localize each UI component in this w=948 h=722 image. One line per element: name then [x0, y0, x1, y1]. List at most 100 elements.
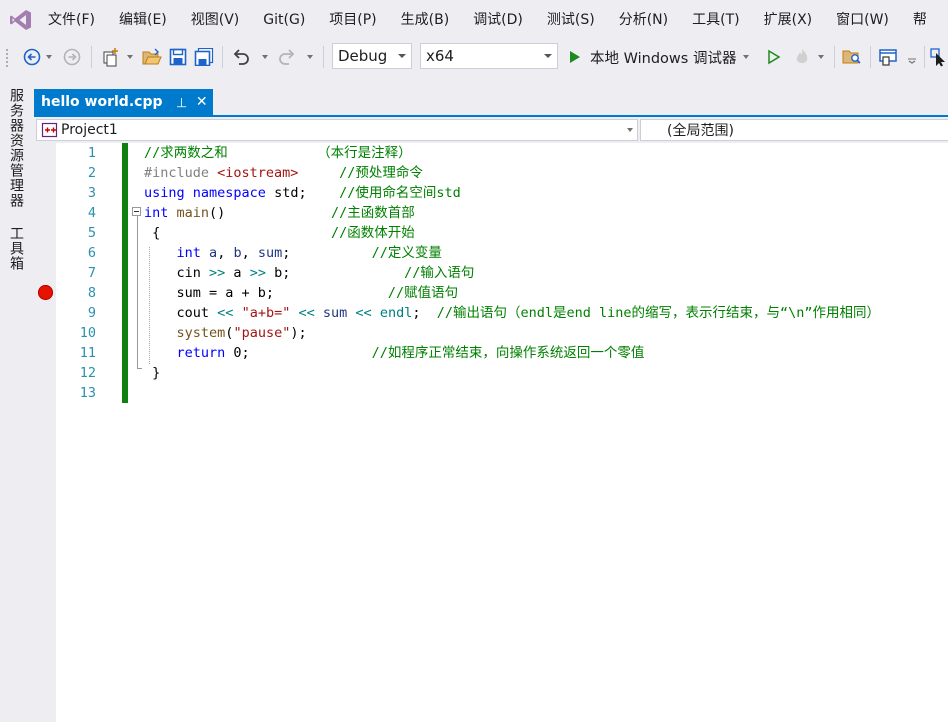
start-debugging-button[interactable]: 本地 Windows 调试器 [566, 44, 756, 70]
line-number: 13 [79, 385, 96, 401]
undo-button[interactable] [228, 44, 254, 70]
code-token: endl [379, 305, 413, 321]
side-tab-server-explorer[interactable]: 服务器资源管理器 [6, 88, 26, 208]
new-project-dropdown[interactable] [125, 44, 135, 70]
standard-toolbar: Debug x64 本地 Windows 调试器 [0, 40, 948, 74]
undo-dropdown[interactable] [260, 44, 270, 70]
undo-icon [233, 49, 249, 65]
pin-icon[interactable]: ⊣ [173, 96, 188, 107]
solution-configuration-select[interactable]: Debug [332, 43, 412, 69]
hot-reload-dropdown[interactable] [816, 44, 826, 70]
menu-debug[interactable]: 调试(D) [461, 0, 535, 40]
side-tool-window-strip: 服务器资源管理器 工具箱 [0, 84, 34, 722]
menu-file[interactable]: 文件(F) [36, 0, 107, 40]
navigate-back-dropdown[interactable] [44, 44, 54, 70]
close-tab-icon[interactable]: ✕ [196, 94, 208, 110]
code-token: //如程序正常结束，向操作系统返回一个零值 [371, 345, 645, 361]
chevron-down-icon [307, 55, 313, 59]
scope-select[interactable]: (全局范围) [640, 119, 948, 141]
line-number: 5 [87, 225, 96, 241]
code-line[interactable]: cout << "a+b=" << sum << endl; //输出语句（en… [144, 303, 881, 323]
code-line[interactable]: system("pause"); [144, 323, 307, 343]
cpp-project-icon [41, 122, 58, 138]
line-number: 6 [87, 245, 96, 261]
code-token: //输入语句 [404, 265, 475, 281]
menu-tools[interactable]: 工具(T) [680, 0, 751, 40]
project-select[interactable]: Project1 [36, 119, 638, 141]
navigate-forward-button[interactable] [60, 44, 84, 70]
solution-platform-select[interactable]: x64 [420, 43, 558, 69]
code-token: a [209, 245, 218, 261]
code-token: << [217, 305, 234, 321]
code-token: b [233, 245, 242, 261]
play-outline-icon [768, 49, 781, 65]
code-token: "a+b=" [241, 305, 291, 321]
navigate-back-button[interactable] [20, 44, 44, 70]
hot-reload-button[interactable] [790, 44, 814, 70]
code-line[interactable]: int main() //主函数首部 [144, 203, 415, 223]
toolbar-separator [870, 46, 871, 68]
code-editor[interactable]: 1 2 3 4 5 6 7 8 9 10 11 12 13 //求两数之和 （本行是注释） #includ… [34, 143, 948, 722]
project-name: Project1 [61, 122, 118, 138]
code-line[interactable]: int a, b, sum; //定义变量 [144, 243, 442, 263]
menu-git[interactable]: Git(G) [251, 0, 317, 40]
side-tab-toolbox[interactable]: 工具箱 [6, 226, 26, 271]
code-line[interactable]: using namespace std; //使用命名空间std [144, 183, 461, 203]
toolbar-grip[interactable] [4, 44, 10, 70]
outline-end [137, 368, 142, 369]
code-line[interactable]: return 0; //如程序正常结束，向操作系统返回一个零值 [144, 343, 645, 363]
menu-extensions[interactable]: 扩展(X) [752, 0, 825, 40]
code-line[interactable]: cin >> a >> b; //输入语句 [144, 263, 475, 283]
code-line[interactable]: //求两数之和 （本行是注释） [144, 143, 412, 163]
window-layout-icon [879, 49, 897, 66]
menu-test[interactable]: 测试(S) [535, 0, 607, 40]
toolbar-separator [924, 46, 925, 68]
code-token: >> [249, 265, 266, 281]
redo-button[interactable] [274, 44, 300, 70]
menu-window[interactable]: 窗口(W) [824, 0, 901, 40]
code-line[interactable]: { //函数体开始 [144, 223, 415, 243]
chevron-down-icon [818, 55, 824, 59]
menu-view[interactable]: 视图(V) [179, 0, 252, 40]
code-line[interactable]: } [144, 363, 160, 383]
chevron-down-icon [127, 55, 133, 59]
collapse-icon[interactable] [132, 207, 141, 216]
open-file-button[interactable] [140, 44, 164, 70]
code-token: int [144, 205, 169, 221]
code-token: << [355, 305, 372, 321]
arrow-right-circle-icon [63, 48, 81, 66]
select-element-button[interactable] [930, 44, 948, 70]
indicator-margin[interactable] [34, 143, 56, 722]
save-all-button[interactable] [192, 44, 216, 70]
code-line[interactable]: #include <iostream> //预处理命令 [144, 163, 423, 183]
code-token: b; [265, 265, 405, 281]
menu-analyze[interactable]: 分析(N) [607, 0, 680, 40]
tab-hello-world-cpp[interactable]: hello world.cpp ⊣ ✕ [34, 89, 213, 115]
menu-help[interactable]: 帮 [901, 0, 939, 40]
menu-edit[interactable]: 编辑(E) [107, 0, 179, 40]
visual-studio-logo-icon[interactable] [8, 8, 34, 32]
code-token: ; [412, 305, 437, 321]
play-icon [570, 51, 580, 63]
window-layout-button[interactable] [876, 44, 900, 70]
code-line[interactable]: sum = a + b; //赋值语句 [144, 283, 459, 303]
code-token: 0; [225, 345, 372, 361]
new-project-button[interactable] [98, 44, 124, 70]
save-button[interactable] [166, 44, 190, 70]
redo-dropdown[interactable] [305, 44, 315, 70]
menu-project[interactable]: 项目(P) [317, 0, 388, 40]
change-tracking-bar [122, 143, 128, 403]
outline-line [137, 216, 138, 368]
code-token: main [176, 205, 210, 221]
find-in-files-button[interactable] [840, 44, 864, 70]
code-token: //输出语句（endl是end line的缩写，表示行结束，与“\n”作用相同） [436, 305, 881, 321]
chevron-down-icon [398, 54, 406, 58]
toolbar-overflow-button[interactable] [903, 44, 921, 70]
menu-build[interactable]: 生成(B) [389, 0, 462, 40]
start-without-debugging-button[interactable] [762, 44, 784, 70]
breakpoint-icon[interactable] [38, 285, 53, 300]
